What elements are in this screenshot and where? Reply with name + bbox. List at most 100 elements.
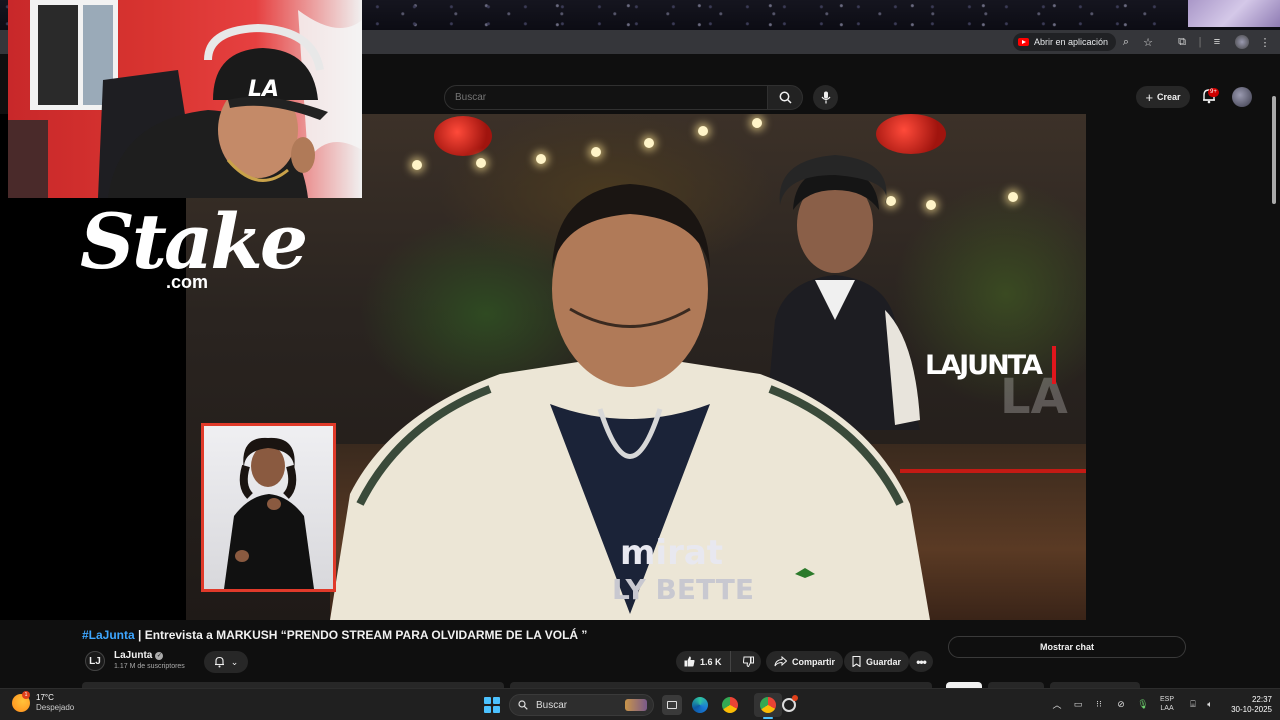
streamer-webcam-scene: LA bbox=[8, 0, 362, 198]
microphone-in-use-icon[interactable]: 🎙︎ bbox=[1136, 697, 1150, 711]
string-light bbox=[591, 147, 601, 157]
title-text: | Entrevista a MARKUSH “PRENDO STREAM PA… bbox=[134, 628, 588, 642]
search-highlight-icon bbox=[625, 699, 647, 711]
clock-time: 22:37 bbox=[1251, 695, 1272, 704]
voice-search-button[interactable] bbox=[813, 85, 838, 110]
chrome-icon[interactable] bbox=[720, 695, 740, 715]
network-icon[interactable]: ⌸ bbox=[1186, 697, 1200, 711]
tray-grid-icon[interactable]: ⁝⁝ bbox=[1092, 697, 1106, 711]
shirt-print-text: mirat bbox=[620, 533, 723, 573]
taskbar-search-label: Buscar bbox=[536, 699, 568, 711]
thumbs-down-icon bbox=[742, 656, 754, 667]
thumbs-up-icon bbox=[684, 656, 695, 667]
channel-avatar[interactable]: LJ bbox=[85, 651, 105, 671]
create-button[interactable]: + Crear bbox=[1136, 86, 1190, 108]
show-logo-accent bbox=[1052, 346, 1056, 384]
like-count: 1.6 K bbox=[700, 656, 722, 667]
share-arrow-icon bbox=[774, 656, 787, 667]
youtube-icon bbox=[1018, 38, 1029, 46]
plus-icon: + bbox=[1145, 89, 1154, 105]
sponsor-wordmark: Stake bbox=[80, 197, 308, 286]
open-in-app-button[interactable]: Abrir en aplicación bbox=[1013, 33, 1117, 51]
weather-widget[interactable]: 1 17°C Despejado bbox=[12, 691, 75, 713]
title-hashtag-link[interactable]: #LaJunta bbox=[82, 628, 135, 642]
menu-kebab-icon[interactable]: ⋮ bbox=[1257, 34, 1273, 50]
save-button[interactable]: Guardar bbox=[844, 651, 910, 672]
edge-browser-icon[interactable] bbox=[690, 695, 710, 715]
channel-name-link[interactable]: LaJunta ✓ bbox=[114, 650, 164, 661]
bell-icon bbox=[214, 656, 224, 668]
shirt-print-text: LY BETTE bbox=[612, 573, 754, 606]
video-info-section: #LaJunta | Entrevista a MARKUSH “PRENDO … bbox=[0, 620, 1280, 688]
sponsor-logo: Stake .com bbox=[80, 197, 308, 293]
show-chat-button[interactable]: Mostrar chat bbox=[948, 636, 1186, 658]
tray-app-icon[interactable]: ▭ bbox=[1071, 697, 1085, 711]
profile-avatar-icon[interactable] bbox=[1235, 35, 1249, 49]
more-actions-button[interactable]: ••• bbox=[909, 651, 933, 672]
active-app-indicator bbox=[763, 717, 773, 719]
show-logo: LAJUNTA bbox=[925, 350, 1043, 381]
task-view-icon[interactable] bbox=[662, 695, 682, 715]
share-label: Compartir bbox=[792, 656, 836, 667]
subscriber-count: 1.17 M de suscriptores bbox=[114, 663, 185, 670]
microphone-icon bbox=[821, 91, 830, 104]
weather-moon-icon: 1 bbox=[12, 691, 30, 712]
extensions-icon[interactable]: ⧉ bbox=[1174, 34, 1190, 50]
like-button[interactable]: 1.6 K bbox=[676, 651, 731, 672]
string-light bbox=[752, 118, 762, 128]
string-light bbox=[476, 158, 486, 168]
streamer-webcam-overlay: LA bbox=[8, 0, 362, 198]
show-hidden-icons-chevron[interactable]: ︿ bbox=[1050, 697, 1064, 711]
create-label: Crear bbox=[1157, 92, 1181, 102]
interviewee-figure: mirat LY BETTE bbox=[330, 184, 930, 620]
string-light bbox=[536, 154, 546, 164]
like-dislike-group: 1.6 K bbox=[676, 651, 761, 672]
weather-temperature: 17°C bbox=[36, 693, 54, 702]
video-title: #LaJunta | Entrevista a MARKUSH “PRENDO … bbox=[82, 628, 587, 642]
christmas-ornament bbox=[876, 114, 946, 154]
search-button[interactable] bbox=[767, 85, 803, 110]
tab-thumbnail[interactable] bbox=[1188, 0, 1280, 27]
toolbar-divider: | bbox=[1198, 36, 1202, 48]
tray-eye-off-icon[interactable]: ⊘ bbox=[1114, 697, 1128, 711]
obs-studio-icon[interactable] bbox=[779, 695, 799, 715]
string-light bbox=[644, 138, 654, 148]
weather-description: Despejado bbox=[36, 703, 75, 712]
chrome-profile-icon[interactable] bbox=[758, 695, 778, 715]
search-input[interactable] bbox=[444, 85, 768, 110]
sign-language-interpreter-inset bbox=[201, 423, 336, 592]
windows-start-icon[interactable] bbox=[484, 697, 500, 713]
open-in-app-label: Abrir en aplicación bbox=[1034, 37, 1109, 47]
string-light bbox=[412, 160, 422, 170]
bookmark-icon bbox=[852, 656, 861, 667]
zoom-icon[interactable]: ⌕ bbox=[1118, 34, 1134, 50]
dislike-button[interactable] bbox=[736, 651, 761, 672]
page-scrollbar-thumb[interactable] bbox=[1272, 96, 1276, 204]
string-light bbox=[1008, 192, 1018, 202]
bookmark-star-icon[interactable]: ☆ bbox=[1140, 34, 1156, 50]
search-icon bbox=[518, 700, 528, 710]
sponsor-domain: .com bbox=[166, 272, 209, 292]
account-avatar[interactable] bbox=[1232, 87, 1252, 107]
christmas-ornament bbox=[434, 116, 492, 156]
windows-taskbar: 1 17°C Despejado Buscar ︿ ▭ ⁝⁝ ⊘ 🎙︎ ESP … bbox=[0, 688, 1280, 720]
language-code: ESP bbox=[1160, 696, 1175, 703]
keyboard-layout-code: LAA bbox=[1160, 705, 1174, 712]
taskbar-search-box[interactable]: Buscar bbox=[509, 694, 654, 716]
weather-alert-badge: 1 bbox=[22, 691, 30, 699]
system-clock[interactable]: 22:37 30-10-2025 bbox=[1226, 695, 1272, 715]
interpreter-figure bbox=[224, 437, 314, 589]
volume-icon[interactable]: 🔈︎ bbox=[1203, 697, 1217, 711]
reading-list-icon[interactable]: ≡ bbox=[1209, 34, 1225, 50]
more-horizontal-icon: ••• bbox=[916, 654, 927, 669]
share-button[interactable]: Compartir bbox=[766, 651, 844, 672]
notifications-badge: 9+ bbox=[1208, 88, 1219, 97]
subscription-notifications-button[interactable]: ⌄ bbox=[204, 651, 248, 673]
svg-text:LA: LA bbox=[248, 77, 279, 102]
channel-name: LaJunta bbox=[114, 650, 153, 661]
chevron-down-icon: ⌄ bbox=[230, 656, 239, 667]
input-language-indicator[interactable]: ESP LAA bbox=[1160, 695, 1174, 713]
clock-date: 30-10-2025 bbox=[1231, 705, 1272, 714]
verified-check-icon: ✓ bbox=[155, 651, 164, 660]
string-light bbox=[698, 126, 708, 136]
